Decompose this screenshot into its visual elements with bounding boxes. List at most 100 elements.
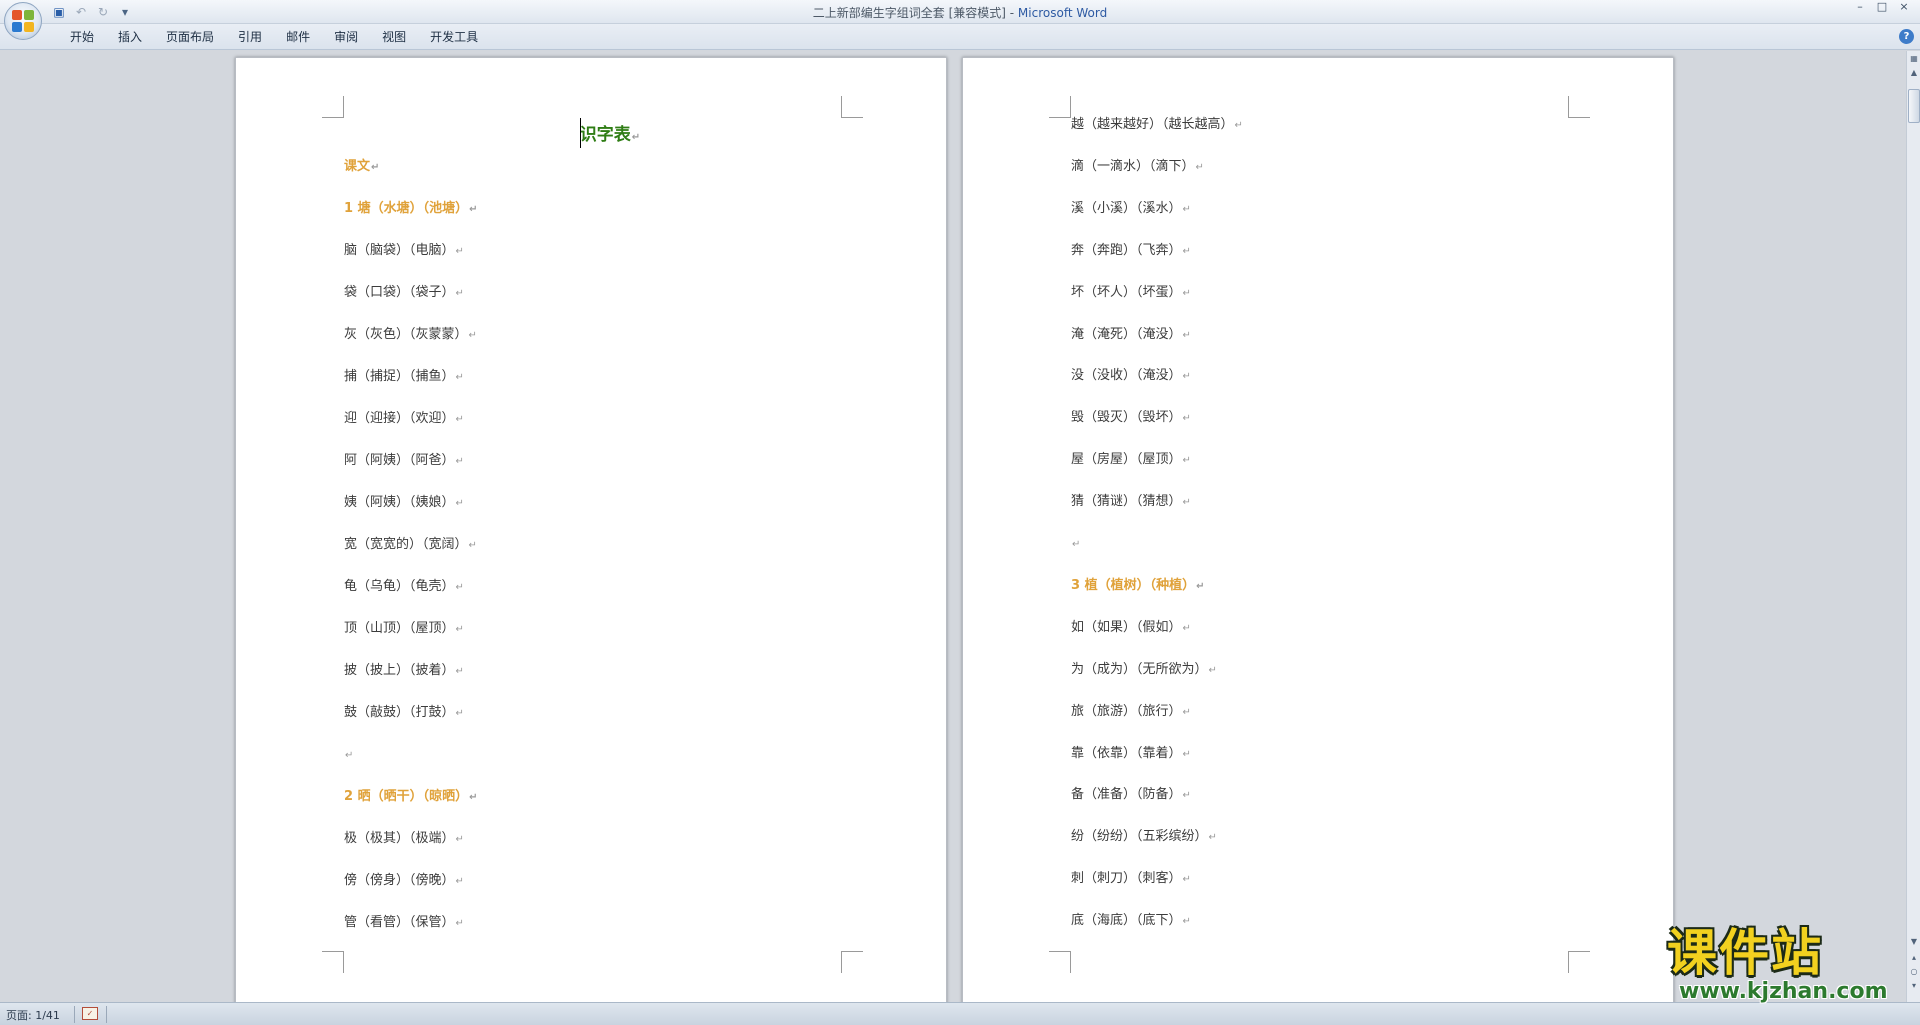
word-line[interactable]: 宽（宽宽的）（宽阔）↵ <box>344 535 477 555</box>
line-text: 猜（猜谜）（猜想） <box>1071 494 1182 510</box>
word-line[interactable]: 捕（捕捉）（捕鱼）↵ <box>344 367 464 387</box>
ruler-toggle-icon[interactable]: ▦ <box>1908 53 1920 65</box>
word-line[interactable]: 灰（灰色）（灰蒙蒙）↵ <box>344 325 477 345</box>
section-heading[interactable]: 2 晒（晒干）（晾晒）↵ <box>344 787 477 807</box>
proofing-status-icon[interactable]: ✓ <box>82 1007 98 1020</box>
word-line[interactable]: 没（没收）（淹没）↵ <box>1071 366 1191 386</box>
tab-page-layout[interactable]: 页面布局 <box>154 29 226 45</box>
word-line[interactable]: 袋（口袋）（袋子）↵ <box>344 283 464 303</box>
next-page-icon[interactable]: ▾ <box>1908 980 1920 992</box>
tab-developer[interactable]: 开发工具 <box>418 29 490 45</box>
paragraph-mark: ↵ <box>1182 245 1191 257</box>
crop-mark <box>322 96 344 118</box>
minimize-button[interactable]: – <box>1850 0 1870 16</box>
word-line[interactable]: 备（准备）（防备）↵ <box>1071 785 1191 805</box>
paragraph-mark: ↵ <box>1182 622 1191 634</box>
paragraph-mark: ↵ <box>1182 287 1191 299</box>
line-text: 袋（口袋）（袋子） <box>344 285 455 300</box>
paragraph-mark: ↵ <box>1182 497 1191 509</box>
paragraph-mark: ↵ <box>455 498 464 509</box>
document-page-right[interactable]: 越（越来越好）（越长越高）↵ 滴（一滴水）（滴下）↵ 溪（小溪）（溪水）↵ 奔（奔跑）… <box>962 57 1674 1002</box>
word-line[interactable]: 为（成为）（无所欲为）↵ <box>1071 660 1217 680</box>
word-line[interactable]: 纷（纷纷）（五彩缤纷）↵ <box>1071 827 1217 847</box>
right-page-content[interactable]: 越（越来越好）（越长越高）↵ 滴（一滴水）（滴下）↵ 溪（小溪）（溪水）↵ 奔（奔跑）… <box>1071 117 1603 969</box>
word-line[interactable]: 龟（乌龟）（龟壳）↵ <box>344 577 464 597</box>
document-page-left[interactable]: 识字表↵ 课文↵ 1 塘（水塘）（池塘）↵ 脑（脑袋）（电脑）↵ 袋（口袋）（袋子）↵… <box>235 57 947 1002</box>
word-line[interactable]: 越（越来越好）（越长越高）↵ <box>1071 115 1243 135</box>
empty-paragraph[interactable]: ↵ <box>1071 534 1080 554</box>
tab-home[interactable]: 开始 <box>58 29 106 45</box>
word-line[interactable]: 管（看管）（保管）↵ <box>344 913 464 933</box>
line-text: 披（披上）（披着） <box>344 663 455 678</box>
paragraph-mark: ↵ <box>1195 161 1204 173</box>
paragraph-mark: ↵ <box>455 456 464 467</box>
line-text: 靠（依靠）（靠着） <box>1071 745 1182 761</box>
word-line[interactable]: 坏（坏人）（坏蛋）↵ <box>1071 283 1191 303</box>
tab-review[interactable]: 审阅 <box>322 29 370 45</box>
app-name: Microsoft Word <box>1017 6 1108 20</box>
line-text: 鼓（敲鼓）（打鼓） <box>344 705 455 720</box>
line-text: 滴（一滴水）（滴下） <box>1071 158 1195 174</box>
line-text: 底（海底）（底下） <box>1071 913 1182 929</box>
scroll-down-icon[interactable]: ▼ <box>1908 936 1920 948</box>
status-bar: 页面: 1/41 ✓ <box>0 1002 1920 1025</box>
section-heading[interactable]: 3 植（植树）（种植）↵ <box>1071 576 1204 596</box>
word-line[interactable]: 屋（房屋）（屋顶）↵ <box>1071 450 1191 470</box>
line-text: 龟（乌龟）（龟壳） <box>344 579 455 594</box>
word-line[interactable]: 披（披上）（披着）↵ <box>344 661 464 681</box>
word-line[interactable]: 毁（毁灭）（毁坏）↵ <box>1071 408 1191 428</box>
word-line[interactable]: 顶（山顶）（屋顶）↵ <box>344 619 464 639</box>
word-line[interactable]: 淹（淹死）（淹没）↵ <box>1071 325 1191 345</box>
paragraph-mark: ↵ <box>455 288 464 299</box>
line-text: 越（越来越好）（越长越高） <box>1071 117 1234 132</box>
section-heading[interactable]: 课文↵ <box>344 157 379 177</box>
maximize-button[interactable]: □ <box>1872 0 1892 16</box>
crop-mark <box>1049 96 1071 118</box>
word-line[interactable]: 姨（阿姨）（姨娘）↵ <box>344 493 464 513</box>
word-line[interactable]: 刺（刺刀）（刺客）↵ <box>1071 869 1191 889</box>
word-line[interactable]: 极（极其）（极端）↵ <box>344 829 464 849</box>
office-button[interactable] <box>4 2 42 40</box>
tab-mailings[interactable]: 邮件 <box>274 29 322 45</box>
help-icon[interactable]: ? <box>1899 29 1914 44</box>
empty-paragraph[interactable]: ↵ <box>344 745 353 765</box>
word-line[interactable]: 如（如果）（假如）↵ <box>1071 618 1191 638</box>
word-line[interactable]: 旅（旅游）（旅行）↵ <box>1071 702 1191 722</box>
document-workspace[interactable]: 识字表↵ 课文↵ 1 塘（水塘）（池塘）↵ 脑（脑袋）（电脑）↵ 袋（口袋）（袋子）↵… <box>0 51 1906 1002</box>
browse-object-icon[interactable]: ○ <box>1908 966 1920 978</box>
paragraph-mark: ↵ <box>1182 916 1191 928</box>
tab-view[interactable]: 视图 <box>370 29 418 45</box>
tab-insert[interactable]: 插入 <box>106 29 154 45</box>
word-line[interactable]: 猜（猜谜）（猜想）↵ <box>1071 492 1191 512</box>
word-line[interactable]: 靠（依靠）（靠着）↵ <box>1071 744 1191 764</box>
vertical-scrollbar[interactable]: ▦ ▲ ▼ ▴ ○ ▾ <box>1906 51 1920 1002</box>
previous-page-icon[interactable]: ▴ <box>1908 952 1920 964</box>
word-line[interactable]: 傍（傍身）（傍晚）↵ <box>344 871 464 891</box>
window-controls: – □ × <box>1850 0 1914 16</box>
word-line[interactable]: 底（海底）（底下）↵ <box>1071 911 1191 931</box>
watermark-name: 课件站 <box>1667 924 1823 982</box>
close-button[interactable]: × <box>1894 0 1914 16</box>
word-line[interactable]: 溪（小溪）（溪水）↵ <box>1071 199 1191 219</box>
paragraph-mark: ↵ <box>455 708 464 719</box>
scrollbar-thumb[interactable] <box>1908 89 1920 123</box>
word-line[interactable]: 脑（脑袋）（电脑）↵ <box>344 241 464 261</box>
paragraph-mark: ↵ <box>1234 120 1243 131</box>
paragraph-mark: ↵ <box>455 918 464 929</box>
left-page-content[interactable]: 识字表↵ 课文↵ 1 塘（水塘）（池塘）↵ 脑（脑袋）（电脑）↵ 袋（口袋）（袋子）↵… <box>344 118 876 963</box>
paragraph-mark: ↵ <box>1182 329 1191 341</box>
word-line[interactable]: 阿（阿姨）（阿爸）↵ <box>344 451 464 471</box>
site-watermark: 课件站 www.kjzhan.com <box>1667 925 1907 1005</box>
scroll-up-icon[interactable]: ▲ <box>1908 67 1920 79</box>
line-text: 脑（脑袋）（电脑） <box>344 243 455 258</box>
word-line[interactable]: 迎（迎接）（欢迎）↵ <box>344 409 464 429</box>
tab-references[interactable]: 引用 <box>226 29 274 45</box>
section-heading[interactable]: 1 塘（水塘）（池塘）↵ <box>344 199 477 219</box>
page-count[interactable]: 页面: 1/41 <box>6 1007 60 1023</box>
line-text: 傍（傍身）（傍晚） <box>344 873 455 888</box>
word-line[interactable]: 鼓（敲鼓）（打鼓）↵ <box>344 703 464 723</box>
word-line[interactable]: 奔（奔跑）（飞奔）↵ <box>1071 241 1191 261</box>
word-line[interactable]: 滴（一滴水）（滴下）↵ <box>1071 157 1204 177</box>
line-text: 坏（坏人）（坏蛋） <box>1071 284 1182 300</box>
line-text: 屋（房屋）（屋顶） <box>1071 452 1182 468</box>
